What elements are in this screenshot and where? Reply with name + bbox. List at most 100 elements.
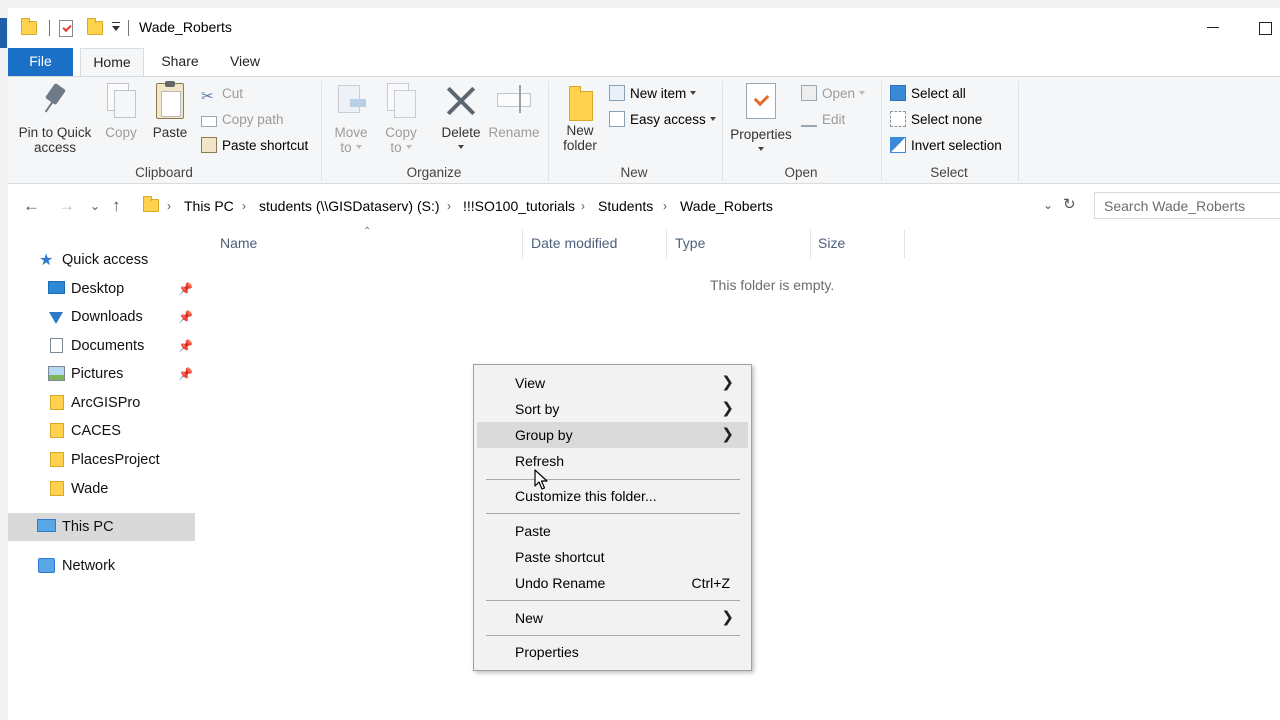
menu-item-refresh[interactable]: Refresh xyxy=(477,448,748,474)
open-icon xyxy=(801,85,817,101)
nav-item-pictures[interactable]: Pictures 📌 xyxy=(8,360,195,388)
ribbon-tabs: File Home Share View xyxy=(8,48,1280,77)
breadcrumb-chevron-icon[interactable]: › xyxy=(581,199,585,213)
rename-button[interactable]: Rename xyxy=(488,83,540,140)
network-icon xyxy=(38,558,55,573)
menu-item-view[interactable]: View ❯ xyxy=(477,370,748,396)
refresh-icon[interactable]: ↻ xyxy=(1063,195,1076,213)
properties-dropdown-icon[interactable] xyxy=(758,147,764,151)
new-folder-button[interactable]: New folder xyxy=(558,83,602,153)
nav-quick-access[interactable]: ★ Quick access xyxy=(8,246,195,274)
breadcrumb-so100-tutorials[interactable]: !!!SO100_tutorials xyxy=(463,198,575,214)
column-separator[interactable] xyxy=(666,230,667,258)
quick-access-new-folder-icon[interactable] xyxy=(87,18,103,35)
copy-to-icon xyxy=(387,83,416,118)
column-header-size[interactable]: Size xyxy=(818,235,845,251)
menu-item-group-by[interactable]: Group by ❯ xyxy=(477,422,748,448)
chevron-right-icon: ❯ xyxy=(721,400,734,417)
nav-item-desktop[interactable]: Desktop 📌 xyxy=(8,275,195,303)
easy-access-button[interactable]: Easy access xyxy=(609,110,716,130)
paste-shortcut-icon xyxy=(201,137,217,153)
pin-icon[interactable]: 📌 xyxy=(178,303,193,331)
nav-item-documents[interactable]: Documents 📌 xyxy=(8,332,195,360)
menu-item-paste[interactable]: Paste xyxy=(477,518,748,544)
breadcrumb-students-drive[interactable]: students (\\GISDataserv) (S:) xyxy=(259,198,440,214)
move-to-line1: Move xyxy=(334,125,368,140)
nav-item-wade[interactable]: Wade xyxy=(8,475,195,503)
up-arrow-icon[interactable]: ↑ xyxy=(112,196,121,216)
clipboard-group-label: Clipboard xyxy=(135,165,193,180)
properties-button[interactable]: Properties xyxy=(726,83,796,157)
nav-network[interactable]: Network xyxy=(8,552,195,580)
download-arrow-icon xyxy=(49,312,63,324)
select-all-button[interactable]: Select all xyxy=(890,84,966,104)
breadcrumb-wade-roberts[interactable]: Wade_Roberts xyxy=(680,198,773,214)
easy-access-label: Easy access xyxy=(630,112,706,127)
open-button[interactable]: Open xyxy=(801,84,866,104)
new-item-button[interactable]: New item xyxy=(609,84,697,104)
context-menu: View ❯ Sort by ❯ Group by ❯ Refresh Cust… xyxy=(473,364,752,671)
nav-this-pc[interactable]: This PC xyxy=(8,513,195,541)
select-none-button[interactable]: Select none xyxy=(890,110,982,130)
pin-icon[interactable]: 📌 xyxy=(178,332,193,360)
back-arrow-icon[interactable]: ← xyxy=(23,196,40,216)
menu-item-paste-shortcut[interactable]: Paste shortcut xyxy=(477,544,748,570)
select-none-label: Select none xyxy=(911,112,983,127)
column-separator[interactable] xyxy=(904,230,905,258)
column-header-type[interactable]: Type xyxy=(675,235,705,251)
delete-x-icon xyxy=(444,83,478,117)
copy-path-button[interactable]: Copy path xyxy=(201,110,284,130)
properties-label: Properties xyxy=(730,127,792,142)
maximize-button[interactable] xyxy=(1250,16,1280,40)
pin-icon[interactable]: 📌 xyxy=(178,275,193,303)
cut-button[interactable]: Cut xyxy=(201,84,243,104)
menu-item-sort-by[interactable]: Sort by ❯ xyxy=(477,396,748,422)
pin-to-quick-access-button[interactable]: Pin to Quick access xyxy=(14,83,96,155)
forward-arrow-icon[interactable]: → xyxy=(58,196,75,216)
breadcrumb-chevron-icon[interactable]: › xyxy=(663,199,667,213)
quick-access-properties-icon[interactable] xyxy=(59,20,73,37)
move-to-button[interactable]: Move to xyxy=(330,83,372,155)
paste-shortcut-button[interactable]: Paste shortcut xyxy=(201,136,308,156)
tab-file[interactable]: File xyxy=(8,48,73,76)
address-bar[interactable]: › This PC › students (\\GISDataserv) (S:… xyxy=(134,192,1078,219)
background-window-edge xyxy=(0,8,8,720)
delete-dropdown-icon[interactable] xyxy=(458,145,464,149)
address-history-chevron-icon[interactable]: ⌄ xyxy=(1043,198,1053,212)
copy-button[interactable]: Copy xyxy=(101,83,141,140)
menu-item-customize-folder[interactable]: Customize this folder... xyxy=(477,483,748,509)
menu-item-properties[interactable]: Properties xyxy=(477,639,748,665)
minimize-button[interactable] xyxy=(1198,16,1228,40)
column-separator[interactable] xyxy=(810,230,811,258)
tab-home[interactable]: Home xyxy=(80,48,144,77)
nav-item-caces[interactable]: CACES xyxy=(8,417,195,445)
column-separator[interactable] xyxy=(522,230,523,258)
search-box[interactable] xyxy=(1094,192,1280,219)
breadcrumb-chevron-icon[interactable]: › xyxy=(167,199,171,213)
menu-item-undo-rename[interactable]: Undo Rename Ctrl+Z xyxy=(477,570,748,596)
column-header-date-modified[interactable]: Date modified xyxy=(531,235,617,251)
breadcrumb-chevron-icon[interactable]: › xyxy=(242,199,246,213)
paste-button[interactable]: Paste xyxy=(148,81,192,140)
edit-button[interactable]: Edit xyxy=(801,110,845,130)
menu-item-new[interactable]: New ❯ xyxy=(477,605,748,631)
chevron-right-icon: ❯ xyxy=(721,374,734,391)
invert-selection-button[interactable]: Invert selection xyxy=(890,136,1002,156)
nav-item-label: Wade xyxy=(71,481,109,497)
breadcrumb-chevron-icon[interactable]: › xyxy=(447,199,451,213)
breadcrumb-this-pc[interactable]: This PC xyxy=(184,198,234,214)
nav-item-placesproject[interactable]: PlacesProject xyxy=(8,446,195,474)
recent-locations-chevron-icon[interactable]: ⌄ xyxy=(90,199,100,213)
folder-icon xyxy=(50,452,64,467)
nav-item-arcgispro[interactable]: ArcGISPro xyxy=(8,389,195,417)
customize-quick-access-dropdown-icon[interactable] xyxy=(112,22,120,31)
tab-share[interactable]: Share xyxy=(151,48,209,76)
tab-view[interactable]: View xyxy=(216,48,274,76)
pin-icon[interactable]: 📌 xyxy=(178,360,193,388)
column-header-name[interactable]: Name xyxy=(220,235,257,251)
search-input[interactable] xyxy=(1095,193,1280,218)
breadcrumb-students[interactable]: Students xyxy=(598,198,653,214)
delete-button[interactable]: Delete xyxy=(438,83,484,155)
copy-to-button[interactable]: Copy to xyxy=(380,83,422,155)
nav-item-downloads[interactable]: Downloads 📌 xyxy=(8,303,195,331)
